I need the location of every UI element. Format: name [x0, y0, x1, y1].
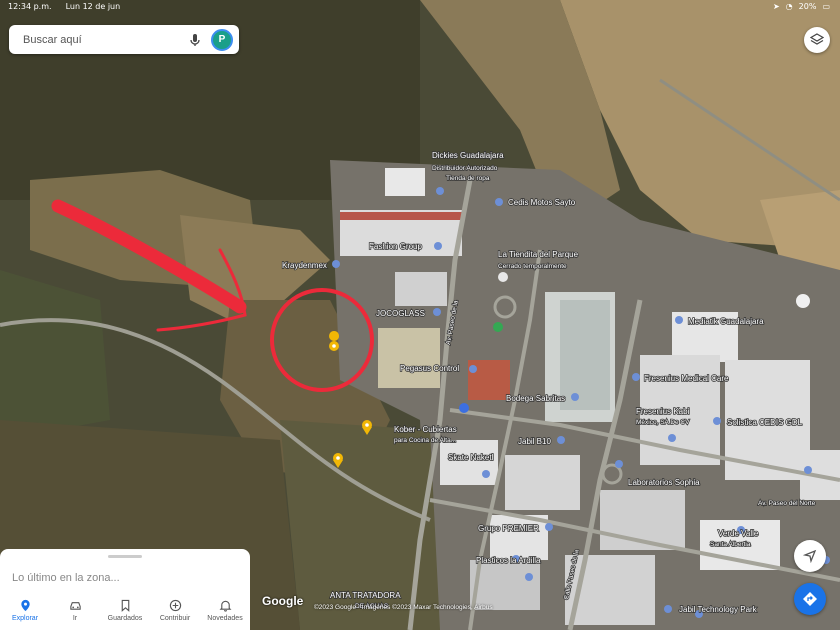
bottom-nav: Explorar Ir Guardados Contribuir Novedad…	[0, 590, 250, 630]
place-solistica[interactable]: Solistica CEDIS GDL	[726, 417, 803, 428]
tab-ir[interactable]: Ir	[51, 599, 99, 622]
google-logo: Google	[262, 594, 304, 608]
location-icon: ➤	[772, 2, 780, 11]
place-fresenius-kabi-sub: México, SA De CV	[636, 419, 690, 426]
tab-novedades[interactable]: Novedades	[201, 599, 249, 622]
place-fashion-group[interactable]: Fashion Group	[368, 241, 423, 252]
place-verde-valle[interactable]: Verde Valle	[717, 528, 759, 539]
status-time: 12:34 p.m.	[8, 2, 52, 11]
satellite-map[interactable]: Dickies Guadalajara Distribuidor Autoriz…	[0, 0, 840, 630]
directions-button[interactable]	[794, 583, 826, 615]
car-icon	[69, 601, 81, 610]
sheet-title: Lo último en la zona...	[12, 572, 120, 584]
status-bar-right: ➤ ◔ 20% ▭	[773, 2, 830, 11]
navigation-arrow-icon	[803, 549, 817, 563]
tab-contribuir[interactable]: Contribuir	[151, 599, 199, 622]
layers-button[interactable]	[804, 27, 830, 53]
map-attribution[interactable]: ©2023 Google · Imágenes ©2023 Maxar Tech…	[314, 604, 493, 611]
battery-level: 20%	[798, 2, 817, 11]
place-fresenius-care[interactable]: Fresenius Medical Care	[643, 373, 730, 384]
place-tiendita[interactable]: La Tiendita del Parque	[497, 249, 579, 260]
place-dickies[interactable]: Dickies Guadalajara	[431, 150, 505, 161]
mic-icon[interactable]	[187, 32, 203, 48]
place-mediatik[interactable]: Mediatik Guadalajara	[687, 316, 765, 327]
place-tratadora[interactable]: ANTA TRATADORA	[329, 590, 402, 601]
place-kober[interactable]: Kober - Cubiertas	[393, 424, 457, 435]
bell-icon	[219, 600, 231, 612]
bookmark-icon	[121, 599, 129, 612]
status-bar: 12:34 p.m. Lun 12 de jun	[8, 2, 120, 11]
tab-label: Contribuir	[159, 614, 191, 622]
battery-icon: ▭	[822, 2, 830, 11]
place-dickies-sub: Distribuidor Autorizado	[432, 165, 498, 172]
place-fresenius-kabi[interactable]: Fresenius Kabi	[635, 406, 690, 417]
road-paseo-norte: Av. Paseo del Norte	[758, 500, 816, 507]
my-location-button[interactable]	[794, 540, 826, 572]
directions-icon	[803, 592, 817, 606]
place-jabil-park[interactable]: Jabil Technology Park	[678, 604, 758, 615]
tab-guardados[interactable]: Guardados	[101, 599, 149, 622]
sheet-handle[interactable]	[108, 555, 142, 558]
place-laboratorios-sophia[interactable]: Laboratorios Sophia	[627, 477, 701, 488]
place-kraydenmex[interactable]: Kraydenmex	[281, 260, 328, 271]
place-dickies-sub2: Tienda de ropa	[446, 175, 490, 182]
place-bodega-sabritas[interactable]: Bodega Sabritas	[505, 393, 566, 404]
place-pegasus[interactable]: Pegasus Control	[399, 363, 460, 374]
place-kober-sub: para Cocina de Alta...	[394, 437, 456, 444]
pin-icon	[20, 599, 30, 611]
place-skate-naketl[interactable]: Skate Naketl	[447, 452, 494, 463]
place-plasticos-ardilla[interactable]: Plasticos la Ardilla	[475, 555, 542, 566]
tab-label: Guardados	[107, 614, 143, 622]
place-tiendita-sub: Cerrado temporalmente	[498, 263, 567, 270]
wifi-icon: ◔	[785, 2, 793, 11]
tab-explorar[interactable]: Explorar	[1, 599, 49, 622]
place-verde-valle-sub: Santa Albertia	[710, 541, 751, 548]
plus-circle-icon	[169, 599, 181, 611]
tab-label: Explorar	[11, 614, 39, 622]
search-bar[interactable]: P	[9, 25, 239, 54]
avatar[interactable]: P	[211, 28, 233, 51]
place-grupo-premier[interactable]: Grupo PREMIER	[477, 523, 540, 534]
place-jabil-b10[interactable]: Jabil B10	[517, 436, 552, 447]
tab-label: Ir	[72, 614, 78, 622]
layers-icon	[810, 33, 824, 45]
bottom-sheet[interactable]: Lo último en la zona... Explorar Ir Guar…	[0, 549, 250, 630]
place-cedis-motos[interactable]: Cedis Motos Sayto	[507, 197, 576, 208]
tab-label: Novedades	[207, 614, 243, 622]
place-jocoglass[interactable]: JOCOGLASS	[375, 308, 426, 319]
status-date: Lun 12 de jun	[65, 2, 121, 11]
search-input[interactable]	[23, 33, 187, 46]
